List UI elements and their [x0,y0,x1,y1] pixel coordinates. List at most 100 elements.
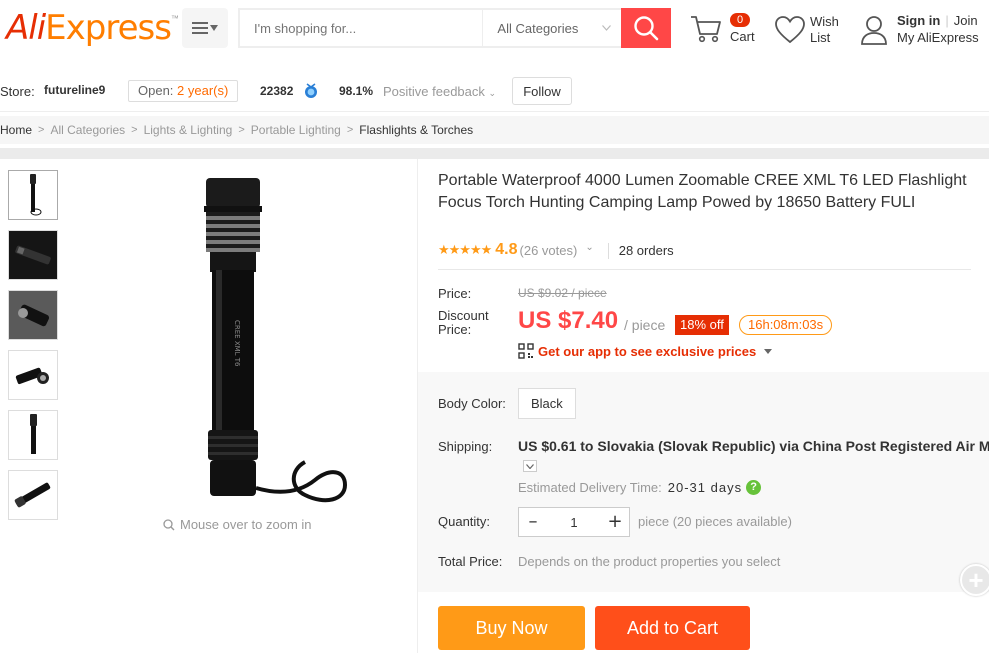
plus-icon: + [968,565,984,595]
quantity-stepper: – + [518,507,630,537]
store-name-link[interactable]: futureline9 [44,83,105,97]
chevron-down-icon [526,463,534,469]
rating-separator [607,243,609,259]
countdown-timer: 16h:08m:03s [739,315,833,335]
wishlist-link[interactable]: Wish List [775,12,845,48]
store-bar: Store: futureline9 Open: 2 year(s) 22382… [0,72,989,112]
feedback-label: Positive feedback [383,84,485,99]
breadcrumb-flashlights-torches[interactable]: Flashlights & Torches [359,123,473,137]
category-select-value: All Categories [497,20,579,36]
body-color-label: Body Color: [438,396,506,411]
help-icon[interactable]: ? [746,480,762,495]
thumbnail-image[interactable] [8,230,58,280]
discount-price: US $7.40 [518,307,619,334]
price-unit: / piece [624,317,666,333]
buy-now-button[interactable]: Buy Now [438,606,585,650]
total-price-label: Total Price: [438,554,503,569]
store-open-prefix: Open: [138,83,174,98]
floating-plus-button[interactable]: + [960,564,989,596]
quantity-input[interactable] [547,508,601,536]
chevron-down-icon[interactable]: ⌄ [585,242,593,253]
magnifier-icon [163,518,175,530]
decrease-quantity-button[interactable]: – [519,508,547,536]
cart-link[interactable]: 0 Cart [690,12,760,48]
thumbnail-list [8,170,60,530]
medal-icon [305,83,317,98]
hamburger-icon [192,22,208,34]
zoom-hint: Mouse over to zoom in [163,517,312,532]
site-header: AliExpress™ All Categories 0 Cart WishLi… [0,0,989,62]
store-open-years: 2 year(s) [177,83,229,98]
logo-trademark: ™ [170,14,179,23]
product-main-image[interactable]: CREE XML T6 [140,170,360,510]
store-open-badge: Open: 2 year(s) [128,80,239,102]
sign-in-link[interactable]: Sign in [897,13,940,28]
color-option-black[interactable]: Black [518,388,576,419]
breadcrumb-separator: > [238,124,245,136]
breadcrumb-all-categories[interactable]: All Categories [50,123,125,137]
section-divider [0,148,989,159]
breadcrumb-lights-lighting[interactable]: Lights & Lighting [144,123,233,137]
join-link[interactable]: Join [954,13,978,28]
price-label: Price: [438,286,472,301]
shipping-options-toggle[interactable] [523,460,537,472]
account-link-separator: | [945,13,949,28]
store-score: 22382 [260,84,294,98]
cart-icon [691,16,721,43]
search-button[interactable] [621,8,671,48]
aliexpress-logo[interactable]: Ali Express ™ [6,8,179,52]
app-promo-text: Get our app to see exclusive prices [538,343,757,359]
cart-count-badge: 0 [730,13,750,27]
shipping-price: US $0.61 [518,438,577,454]
discount-price-label: Discount Price: [438,308,489,337]
user-icon [861,16,887,45]
caret-down-icon [210,25,218,31]
follow-button[interactable]: Follow [512,77,572,105]
etd-label: Estimated Delivery Time: [518,480,662,495]
rating-row: ★★★★★ 4.8 (26 votes) ⌄ 28 orders [438,241,971,270]
product-title: Portable Waterproof 4000 Lumen Zoomable … [438,172,967,211]
thumbnail-image[interactable] [8,410,58,460]
quantity-available: piece (20 pieces available) [638,514,792,529]
breadcrumb-separator: > [38,124,45,136]
search-bar: All Categories [238,8,671,48]
search-input[interactable] [240,10,484,46]
votes-link[interactable]: (26 votes) [520,243,578,258]
account-links: Sign in | Join [897,13,978,28]
caret-down-icon [764,348,773,354]
breadcrumb-home[interactable]: Home [0,123,32,137]
category-select[interactable]: All Categories [483,10,621,46]
feedback-percent: 98.1% [339,84,374,98]
category-menu-button[interactable] [182,8,228,48]
original-price: US $9.02 / piece [518,286,607,300]
cart-label: Cart [730,29,755,44]
thumbnail-image[interactable] [8,170,58,220]
wishlist-label-line1: Wish [810,14,839,29]
etd-value: 20-31 days [667,480,743,495]
positive-feedback-dropdown[interactable]: Positive feedback ⌄ [383,84,496,99]
zoom-hint-text: Mouse over to zoom in [180,517,312,532]
thumbnail-image[interactable] [8,470,58,520]
app-price-promo[interactable]: Get our app to see exclusive prices [518,343,773,359]
breadcrumb-separator: > [346,124,354,136]
chevron-down-icon [602,25,612,31]
total-price-note: Depends on the product properties you se… [518,554,781,569]
my-aliexpress-link[interactable]: My AliExpress [897,30,979,45]
shipping-to: to [580,438,594,454]
discount-badge: 18% off [675,315,729,335]
breadcrumb-separator: > [131,124,138,136]
estimated-delivery: Estimated Delivery Time: 20-31 days ? [518,480,762,495]
account-menu: Sign in | Join My AliExpress [860,12,988,48]
thumbnail-image[interactable] [8,290,58,340]
wishlist-label-line2: List [810,30,831,45]
breadcrumb-portable-lighting[interactable]: Portable Lighting [251,123,341,137]
heart-icon [775,16,805,44]
add-to-cart-button[interactable]: Add to Cart [595,606,750,650]
breadcrumb: Home > All Categories > Lights & Lightin… [0,116,989,144]
chevron-down-icon: ⌄ [488,88,497,98]
thumbnail-image[interactable] [8,350,58,400]
increase-quantity-button[interactable]: + [601,508,629,536]
search-icon [634,16,659,41]
star-rating-icon: ★★★★★ [438,242,492,257]
svg-text:CREE XML T6: CREE XML T6 [233,320,241,367]
